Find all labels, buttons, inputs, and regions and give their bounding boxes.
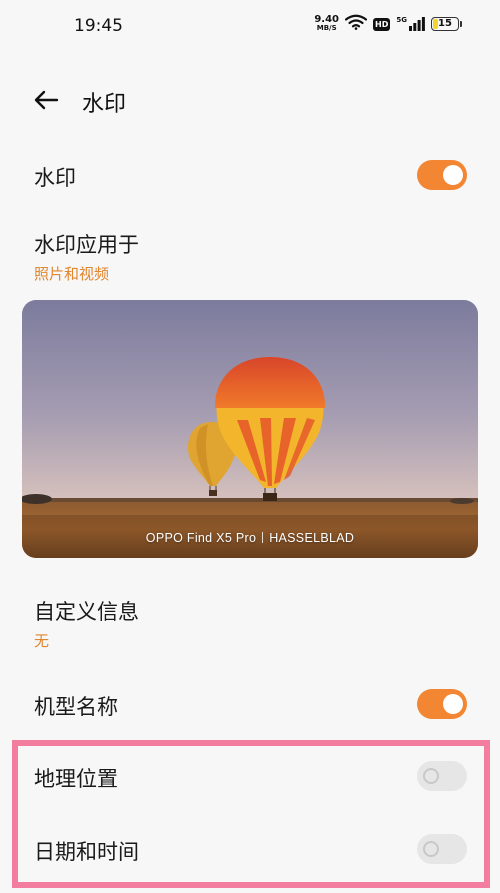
preview-model-text: OPPO Find X5 Pro: [145, 531, 257, 545]
watermark-preview-image: OPPO Find X5 Pro HASSELBLAD: [22, 300, 478, 558]
apply-to-value: 照片和视频: [34, 265, 110, 283]
apply-to-label: 水印应用于: [34, 233, 139, 257]
location-toggle[interactable]: [417, 761, 467, 791]
status-time: 19:45: [74, 16, 123, 36]
battery-level: 15: [438, 18, 452, 29]
status-icons: 9.40 MB/S HD 5G 15: [314, 14, 462, 34]
model-name-toggle[interactable]: [417, 689, 467, 719]
watermark-toggle[interactable]: [417, 160, 467, 190]
watermark-label: 水印: [34, 166, 76, 190]
custom-info-value: 无: [34, 632, 50, 650]
page-title: 水印: [82, 92, 127, 117]
network-speed-unit: MB/S: [316, 24, 337, 32]
arrow-left-icon: [34, 90, 59, 110]
watermark-settings-screen: 19:45 9.40 MB/S HD 5G 15 水印 水印 水印应用于 照片和…: [0, 0, 500, 893]
title-bar: 水印: [0, 78, 500, 122]
custom-info-label: 自定义信息: [34, 600, 139, 624]
battery-icon: 15: [431, 17, 462, 31]
wifi-icon: [344, 14, 368, 34]
datetime-toggle[interactable]: [417, 834, 467, 864]
back-button[interactable]: [28, 82, 64, 118]
network-speed-value: 9.40: [314, 14, 340, 25]
network-speed: 9.40 MB/S: [314, 15, 339, 33]
model-name-label: 机型名称: [34, 695, 118, 719]
datetime-label: 日期和时间: [34, 840, 139, 864]
hd-voice-badge: HD: [373, 17, 391, 31]
preview-brand-text: HASSELBLAD: [269, 531, 355, 545]
status-bar: 19:45 9.40 MB/S HD 5G 15: [0, 0, 500, 52]
signal-type-label: 5G: [396, 16, 407, 24]
cellular-signal-icon: 5G: [396, 17, 425, 31]
location-label: 地理位置: [34, 767, 118, 791]
preview-watermark-caption: OPPO Find X5 Pro HASSELBLAD: [22, 531, 478, 545]
